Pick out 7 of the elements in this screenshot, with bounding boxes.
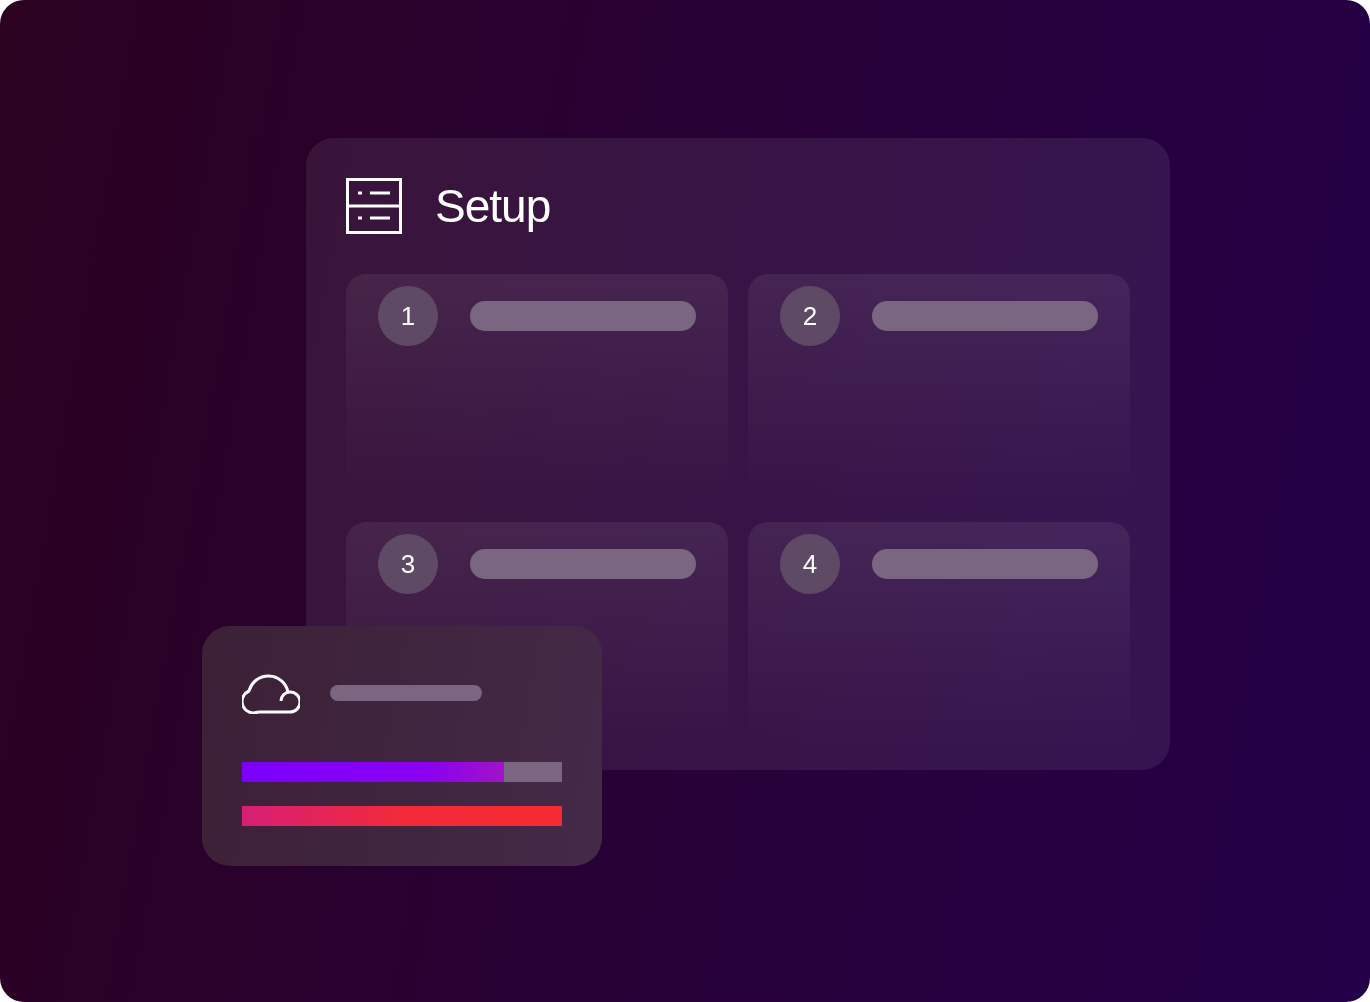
step-number: 3 bbox=[378, 534, 438, 594]
step-number: 4 bbox=[780, 534, 840, 594]
cloud-icon bbox=[242, 672, 300, 714]
step-number: 1 bbox=[378, 286, 438, 346]
step-number: 2 bbox=[780, 286, 840, 346]
server-icon bbox=[346, 178, 402, 234]
panel-title: Setup bbox=[435, 179, 551, 234]
